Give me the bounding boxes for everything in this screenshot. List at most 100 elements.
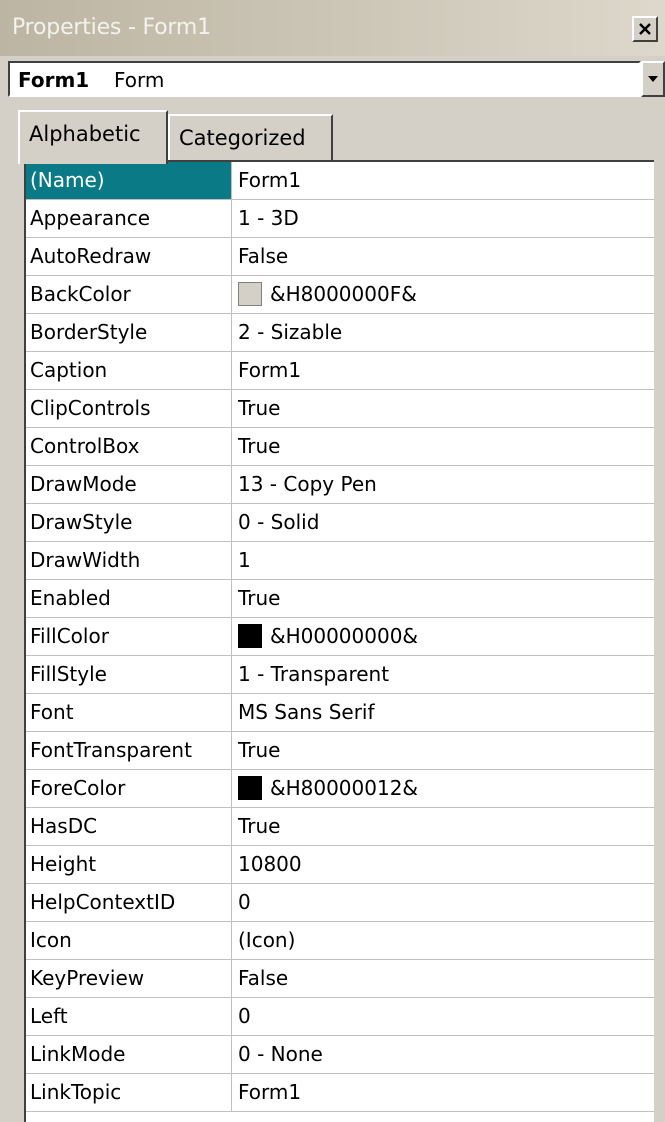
color-swatch (238, 623, 262, 648)
property-row[interactable]: Height 10800 (26, 846, 654, 884)
property-row[interactable]: Font MS Sans Serif (26, 694, 654, 732)
property-row[interactable]: Appearance 1 - 3D (26, 200, 654, 238)
property-value[interactable]: True (238, 732, 280, 769)
property-grid[interactable]: (Name) Form1 Appearance 1 - 3D AutoRedraw Fal… (24, 160, 654, 1122)
property-value[interactable]: False (238, 238, 288, 275)
property-name[interactable]: Enabled (26, 580, 232, 617)
property-value-text: True (238, 396, 281, 420)
property-value[interactable]: 10800 (238, 846, 302, 883)
tab-alphabetic[interactable]: Alphabetic (18, 110, 168, 164)
property-name[interactable]: FillColor (26, 618, 232, 655)
property-value-text: Form1 (238, 1080, 302, 1104)
property-value-text: MS Sans Serif (238, 700, 375, 724)
property-value-text: 1 - Transparent (238, 662, 390, 686)
property-value[interactable]: True (238, 428, 280, 465)
color-swatch (238, 775, 262, 800)
property-row[interactable]: ForeColor &H80000012& (26, 770, 654, 808)
property-row[interactable]: LinkTopic Form1 (26, 1074, 654, 1112)
property-value[interactable]: MS Sans Serif (238, 694, 375, 731)
property-value[interactable]: &H80000012& (238, 770, 418, 807)
property-name[interactable]: Left (26, 998, 232, 1035)
property-row[interactable]: HelpContextID 0 (26, 884, 654, 922)
property-name[interactable]: ControlBox (26, 428, 232, 465)
property-row[interactable]: BackColor &H8000000F& (26, 276, 654, 314)
object-selector[interactable]: Form1 Form (8, 61, 641, 97)
property-value[interactable]: True (238, 580, 280, 617)
property-row[interactable]: BorderStyle 2 - Sizable (26, 314, 654, 352)
property-row[interactable]: DrawMode 13 - Copy Pen (26, 466, 654, 504)
object-name: Form1 (18, 68, 90, 92)
property-value[interactable]: 13 - Copy Pen (238, 466, 377, 503)
property-value[interactable]: Form1 (238, 352, 301, 389)
property-row[interactable]: AutoRedraw False (26, 238, 654, 276)
property-value-text: 10800 (238, 852, 302, 876)
property-value[interactable]: Form1 (238, 162, 301, 199)
object-selector-dropdown-button[interactable] (641, 61, 665, 97)
property-row[interactable]: FontTransparent True (26, 732, 654, 770)
property-row[interactable]: FillColor &H00000000& (26, 618, 654, 656)
property-row[interactable]: KeyPreview False (26, 960, 654, 998)
property-row[interactable]: Icon (Icon) (26, 922, 654, 960)
property-value-text: 1 - 3D (238, 206, 299, 230)
property-value-text: 0 - Solid (238, 510, 320, 534)
property-value[interactable]: False (238, 960, 288, 997)
property-value-text: True (238, 434, 281, 458)
property-row[interactable]: Caption Form1 (26, 352, 654, 390)
property-row[interactable]: HasDC True (26, 808, 654, 846)
property-name[interactable]: FontTransparent (26, 732, 232, 769)
property-value[interactable]: 1 - Transparent (238, 656, 389, 693)
property-value-text: False (238, 966, 289, 990)
dropdown-arrow-icon (648, 76, 658, 82)
property-row[interactable]: Enabled True (26, 580, 654, 618)
property-name[interactable]: DrawStyle (26, 504, 232, 541)
property-name[interactable]: Caption (26, 352, 232, 389)
property-name[interactable]: KeyPreview (26, 960, 232, 997)
title-bar[interactable]: Properties - Form1 (0, 0, 665, 56)
property-value[interactable]: Form1 (238, 1074, 301, 1111)
property-name[interactable]: Appearance (26, 200, 232, 237)
property-name[interactable]: ClipControls (26, 390, 232, 427)
property-name[interactable]: HasDC (26, 808, 232, 845)
property-name[interactable]: Font (26, 694, 232, 731)
property-value-text: &H8000000F& (270, 282, 417, 306)
property-value[interactable]: 2 - Sizable (238, 314, 342, 351)
property-value[interactable]: (Icon) (238, 922, 295, 959)
property-name[interactable]: HelpContextID (26, 884, 232, 921)
property-value[interactable]: 0 (238, 884, 251, 921)
property-value[interactable]: 1 - 3D (238, 200, 299, 237)
property-name[interactable]: DrawWidth (26, 542, 232, 579)
property-value[interactable]: True (238, 390, 280, 427)
property-name[interactable]: DrawMode (26, 466, 232, 503)
property-value[interactable]: 0 - None (238, 1036, 323, 1073)
property-name[interactable]: LinkTopic (26, 1074, 232, 1111)
property-value-text: 0 (238, 890, 251, 914)
property-row[interactable]: ClipControls True (26, 390, 654, 428)
property-name[interactable]: BackColor (26, 276, 232, 313)
property-name[interactable]: Height (26, 846, 232, 883)
tab-categorized[interactable]: Categorized (168, 114, 333, 164)
property-value[interactable]: &H00000000& (238, 618, 418, 655)
property-row[interactable]: ControlBox True (26, 428, 654, 466)
close-button[interactable] (632, 16, 658, 42)
property-name[interactable]: (Name) (26, 162, 232, 199)
property-name[interactable]: BorderStyle (26, 314, 232, 351)
property-row[interactable]: FillStyle 1 - Transparent (26, 656, 654, 694)
property-value-text: True (238, 738, 281, 762)
property-row[interactable]: LinkMode 0 - None (26, 1036, 654, 1074)
property-value-text: Form1 (238, 358, 302, 382)
property-value[interactable]: 0 (238, 998, 251, 1035)
property-row[interactable]: (Name) Form1 (26, 162, 654, 200)
property-value[interactable]: 1 (238, 542, 251, 579)
property-row[interactable]: DrawWidth 1 (26, 542, 654, 580)
property-name[interactable]: Icon (26, 922, 232, 959)
property-name[interactable]: ForeColor (26, 770, 232, 807)
property-row[interactable]: Left 0 (26, 998, 654, 1036)
property-value[interactable]: True (238, 808, 280, 845)
property-name[interactable]: FillStyle (26, 656, 232, 693)
property-name[interactable]: AutoRedraw (26, 238, 232, 275)
property-row[interactable]: DrawStyle 0 - Solid (26, 504, 654, 542)
property-value[interactable]: &H8000000F& (238, 276, 417, 313)
property-value-text: 2 - Sizable (238, 320, 343, 344)
property-name[interactable]: LinkMode (26, 1036, 232, 1073)
property-value[interactable]: 0 - Solid (238, 504, 319, 541)
